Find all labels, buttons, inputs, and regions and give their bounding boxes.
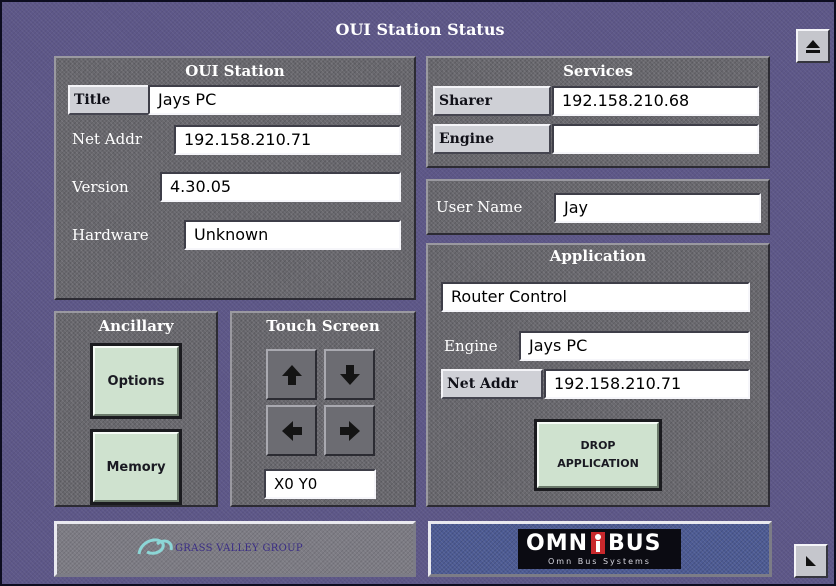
arrow-right-button[interactable] xyxy=(324,405,375,456)
touch-screen-heading: Touch Screen xyxy=(266,317,380,335)
application-panel: Application Router Control Engine Jays P… xyxy=(426,243,770,507)
services-panel: Services Sharer 192.158.210.68 Engine xyxy=(426,56,770,168)
omnibus-text-right: BUS xyxy=(608,530,662,556)
user-name-label: User Name xyxy=(436,198,523,216)
drop-application-line1: DROP xyxy=(580,439,616,452)
sharer-field[interactable]: 192.158.210.68 xyxy=(552,86,759,116)
arrow-left-button[interactable] xyxy=(266,405,317,456)
application-engine-field[interactable]: Jays PC xyxy=(519,331,750,361)
net-addr-field[interactable]: 192.158.210.71 xyxy=(174,125,401,155)
application-engine-label: Engine xyxy=(444,337,498,355)
hardware-label: Hardware xyxy=(72,226,149,244)
oui-station-heading: OUI Station xyxy=(185,62,285,80)
title-field[interactable]: Jays PC xyxy=(148,85,401,115)
touch-screen-panel: Touch Screen X0 Y0 xyxy=(230,311,416,507)
omnibus-i-mark-icon xyxy=(591,532,606,554)
arrow-up-button[interactable] xyxy=(266,349,317,400)
version-label: Version xyxy=(72,178,129,196)
memory-label: Memory xyxy=(93,432,179,502)
touch-coords-field: X0 Y0 xyxy=(264,469,376,499)
omnibus-text-left: OMN xyxy=(526,530,589,556)
ancillary-panel: Ancillary Options Memory xyxy=(54,311,218,507)
options-label: Options xyxy=(93,346,179,416)
arrow-down-button[interactable] xyxy=(324,349,375,400)
user-name-field[interactable]: Jay xyxy=(554,193,761,223)
gvg-text: GRASS VALLEY GROUP xyxy=(175,543,303,554)
drop-application-line2: APPLICATION xyxy=(557,457,639,470)
ancillary-heading: Ancillary xyxy=(98,317,174,335)
eject-button[interactable] xyxy=(796,29,830,63)
arrow-up-icon xyxy=(281,364,302,385)
oui-station-panel: OUI Station Title Jays PC Net Addr 192.1… xyxy=(54,56,416,300)
application-name-field[interactable]: Router Control xyxy=(441,282,750,312)
resize-button[interactable] xyxy=(794,544,828,578)
hardware-field[interactable]: Unknown xyxy=(184,220,401,250)
oui-status-window: OUI Station Status OUI Station Title Jay… xyxy=(0,0,836,586)
gvg-swirl-icon xyxy=(137,538,173,555)
user-name-panel: User Name Jay xyxy=(426,179,770,235)
services-heading: Services xyxy=(563,62,633,80)
arrow-down-icon xyxy=(339,364,360,385)
grass-valley-logo: GRASS VALLEY GROUP xyxy=(54,521,416,577)
version-field[interactable]: 4.30.05 xyxy=(160,172,401,202)
title-label-button[interactable]: Title xyxy=(68,85,150,115)
options-button[interactable]: Options xyxy=(90,343,182,419)
resize-corner-icon xyxy=(806,556,816,566)
net-addr-label: Net Addr xyxy=(72,130,143,148)
omnibus-logo: OMN BUS Omn Bus Systems xyxy=(428,521,772,577)
drop-application-button[interactable]: DROP APPLICATION xyxy=(534,419,662,491)
application-net-addr-field[interactable]: 192.158.210.71 xyxy=(544,369,750,399)
engine-field[interactable] xyxy=(552,124,759,154)
window-title: OUI Station Status xyxy=(335,20,505,39)
application-heading: Application xyxy=(549,247,647,265)
application-net-addr-button[interactable]: Net Addr xyxy=(441,369,543,399)
arrow-left-icon xyxy=(281,420,302,441)
engine-label-button[interactable]: Engine xyxy=(433,124,551,154)
omnibus-subtitle: Omn Bus Systems xyxy=(548,557,651,566)
sharer-label-button[interactable]: Sharer xyxy=(433,86,551,116)
memory-button[interactable]: Memory xyxy=(90,429,182,505)
arrow-right-icon xyxy=(339,420,360,441)
eject-icon xyxy=(806,40,820,53)
omnibus-plate: OMN BUS Omn Bus Systems xyxy=(518,529,681,569)
